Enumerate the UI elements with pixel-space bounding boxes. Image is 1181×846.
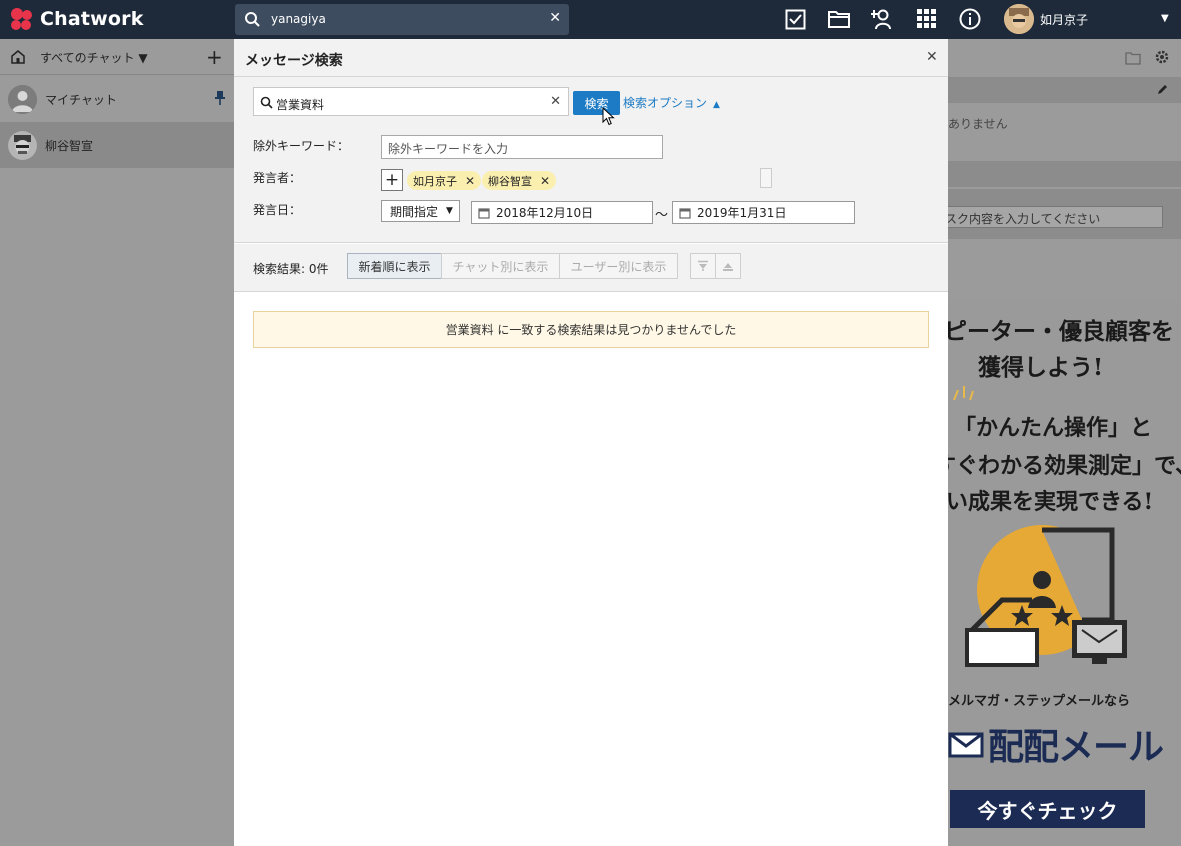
user-menu[interactable]: 如月京子: [1004, 4, 1088, 34]
add-speaker-button[interactable]: +: [381, 169, 403, 191]
task-input-placeholder: スク内容を入力してください: [945, 212, 1101, 226]
speaker-list-scrollbar[interactable]: [760, 168, 772, 188]
dropdown-caret-icon: ▼: [446, 206, 453, 216]
folder-icon[interactable]: [827, 8, 851, 30]
tab-by-user[interactable]: ユーザー別に表示: [559, 253, 678, 279]
speaker-chip: 柳谷智宣 ✕: [482, 171, 557, 190]
ad-illustration: [965, 525, 1127, 667]
date-to-input[interactable]: 2019年1月31日: [672, 201, 855, 224]
collapse-all-button[interactable]: [715, 253, 741, 279]
remove-speaker-icon[interactable]: ✕: [465, 174, 475, 188]
global-search-input[interactable]: yanagiya ✕: [235, 4, 569, 35]
task-input[interactable]: スク内容を入力してください: [944, 206, 1163, 228]
chatwork-logo-icon: [11, 8, 32, 30]
top-bar: Chatwork yanagiya ✕ 如月京子 ▼: [0, 0, 1181, 39]
chat-filter-header: すべてのチャット ▼ +: [0, 39, 235, 75]
chat-name: 柳谷智宣: [45, 138, 94, 153]
dialog-header: メッセージ検索 ✕: [234, 39, 948, 77]
search-icon: [245, 12, 260, 27]
close-icon[interactable]: ✕: [926, 49, 938, 65]
collapse-triangle-icon: ▲: [713, 100, 720, 110]
period-select-value: 期間指定: [390, 204, 439, 219]
sort-tabs: 新着順に表示 チャット別に表示 ユーザー別に表示: [347, 253, 678, 279]
date-label: 発言日：: [253, 203, 302, 217]
dialog-title: メッセージ検索: [245, 53, 343, 69]
task-header: [948, 77, 1181, 103]
exclude-keyword-input[interactable]: 除外キーワードを入力: [381, 135, 663, 159]
ad-line: 「かんたん操作」と: [954, 415, 1153, 441]
result-count: 検索結果: 0件: [253, 262, 329, 276]
apps-grid-icon[interactable]: [916, 8, 937, 29]
edit-pencil-icon[interactable]: [1156, 83, 1169, 96]
no-results-message: 営業資料 に一致する検索結果は見つかりませんでした: [253, 311, 929, 348]
clear-keyword-icon[interactable]: ✕: [550, 94, 561, 109]
ad-line: すぐわかる効果測定」で、: [948, 453, 1181, 479]
keyword-value: 営業資料: [276, 98, 325, 112]
ad-line: ピーター・優良顧客を: [948, 318, 1174, 345]
task-add-area: スク内容を入力してください: [944, 189, 1181, 239]
expand-all-icon: [698, 260, 708, 271]
chat-filter-dropdown[interactable]: すべてのチャット ▼: [40, 49, 148, 66]
remove-speaker-icon[interactable]: ✕: [540, 174, 550, 188]
date-from-input[interactable]: 2018年12月10日: [471, 201, 653, 224]
collapse-all-icon: [723, 263, 733, 271]
speaker-chip-label: 柳谷智宣: [488, 174, 532, 188]
avatar: [8, 84, 37, 114]
ad-brand: 配配メール: [988, 727, 1164, 768]
search-form: 営業資料 ✕ 検索 検索オプション ▲ 除外キーワード： 除外キーワードを入力 発…: [234, 77, 948, 243]
info-icon[interactable]: [959, 8, 981, 30]
keyword-search-input[interactable]: 営業資料 ✕: [253, 87, 569, 116]
expand-all-button[interactable]: [690, 253, 716, 279]
date-to-value: 2019年1月31日: [697, 206, 787, 220]
task-add-header: [948, 161, 1181, 187]
results-toolbar: 検索結果: 0件 新着順に表示 チャット別に表示 ユーザー別に表示: [234, 244, 948, 292]
sidebar-item-yanagiya[interactable]: 柳谷智宣: [0, 122, 235, 168]
user-avatar: [1004, 4, 1034, 34]
user-menu-caret-icon[interactable]: ▼: [1161, 13, 1169, 24]
date-range-separator: ～: [655, 208, 669, 223]
search-options-toggle[interactable]: 検索オプション ▲: [623, 94, 720, 111]
settings-gear-icon[interactable]: [1154, 49, 1170, 65]
search-options-label: 検索オプション: [623, 96, 708, 110]
calendar-icon: [679, 207, 691, 219]
sparkle-icon: [953, 386, 974, 401]
message-search-dialog: メッセージ検索 ✕ 営業資料 ✕ 検索 検索オプション ▲ 除外キーワード： 除外…: [234, 39, 948, 846]
pin-icon[interactable]: [214, 90, 226, 106]
add-contact-icon[interactable]: [871, 8, 894, 30]
chat-name: マイチャット: [45, 92, 117, 107]
exclude-keyword-label: 除外キーワード：: [253, 139, 350, 153]
calendar-icon: [478, 207, 490, 219]
ad-line: 獲得しよう!: [978, 354, 1104, 381]
app-name: Chatwork: [40, 8, 144, 30]
sidebar-item-my-chat[interactable]: マイチャット: [0, 76, 235, 122]
speaker-chip-label: 如月京子: [413, 174, 457, 188]
tab-by-chat[interactable]: チャット別に表示: [441, 253, 560, 279]
speaker-chip: 如月京子 ✕: [407, 171, 482, 190]
avatar: [8, 130, 37, 160]
ad-mail-icon: [948, 732, 984, 758]
ad-line: メルマガ・ステップメールなら: [948, 694, 1131, 709]
global-search-value: yanagiya: [271, 12, 326, 26]
clear-search-icon[interactable]: ✕: [549, 10, 561, 26]
speaker-label: 発言者：: [253, 171, 302, 185]
folder-icon[interactable]: [1125, 51, 1141, 65]
add-chat-button[interactable]: +: [206, 45, 223, 69]
chat-sidebar: すべてのチャット ▼ + マイチャット 柳谷智宣: [0, 39, 235, 846]
ad-banner[interactable]: ピーター・優良顧客を 獲得しよう! 「かんたん操作」と すぐわかる効果測定」で、…: [948, 298, 1181, 846]
period-select[interactable]: 期間指定 ▼: [381, 200, 460, 222]
tab-newest[interactable]: 新着順に表示: [347, 253, 442, 279]
date-from-value: 2018年12月10日: [496, 206, 594, 220]
mouse-cursor-icon: [602, 107, 615, 126]
ad-cta-button[interactable]: 今すぐチェック: [950, 790, 1145, 828]
search-icon: [260, 96, 273, 109]
home-icon[interactable]: [10, 49, 26, 64]
task-empty: ありません: [948, 103, 1181, 159]
ad-line: い成果を実現できる!: [948, 489, 1154, 515]
user-name: 如月京子: [1040, 12, 1089, 27]
task-empty-text: ありません: [948, 117, 1008, 131]
task-check-icon[interactable]: [785, 8, 806, 30]
chatwork-logo[interactable]: Chatwork: [8, 6, 144, 32]
